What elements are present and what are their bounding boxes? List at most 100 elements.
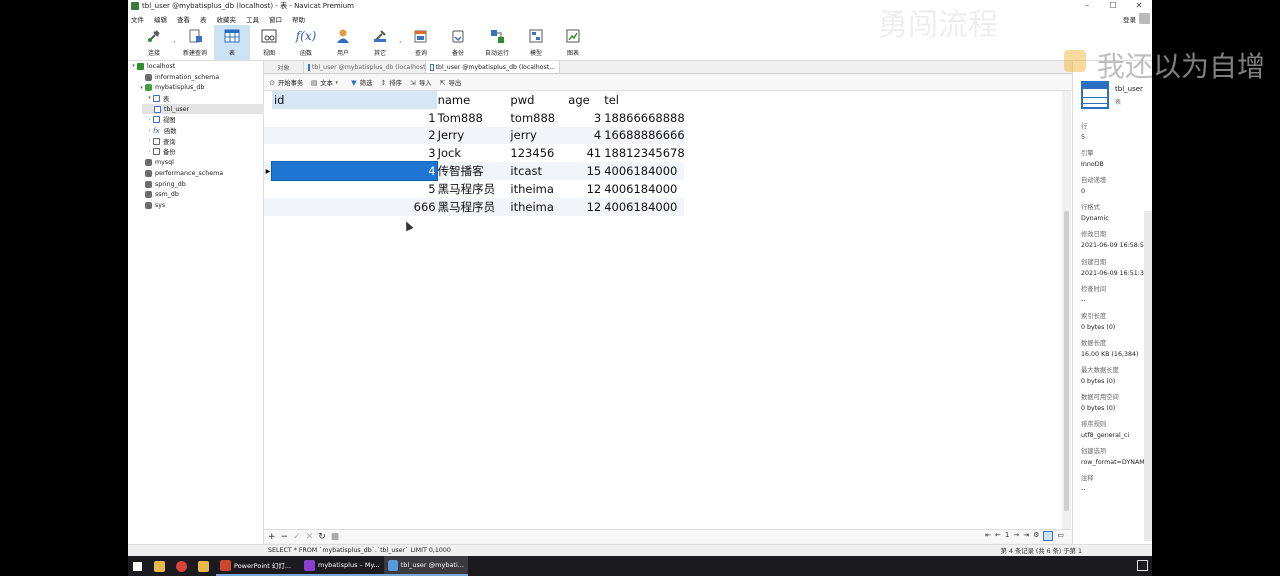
tab-tbl-user-1[interactable]: tbl_user @mybatisplus_db (localhost... [304,61,431,73]
cell-name[interactable]: 传智播客 [437,162,510,180]
cell-name[interactable]: Tom888 [437,109,510,127]
row-header[interactable] [264,127,272,145]
next-page-icon[interactable]: → [1013,531,1019,541]
import-button[interactable]: ⇲ 导入 [409,78,432,88]
cell-id[interactable]: 4 [270,161,438,181]
tree-node-localhost[interactable]: ▾ localhost [130,61,175,72]
function-button[interactable]: f(x) 函数 [288,25,324,60]
tree-node-tables[interactable]: ▾ 表 [146,93,169,104]
cell-age[interactable]: 3 [566,109,603,127]
row-header[interactable] [264,144,272,162]
taskbar-chrome[interactable] [172,556,194,576]
user-avatar-icon[interactable] [1139,13,1150,24]
grid-view-icon[interactable] [1043,531,1054,541]
filter-button[interactable]: ▼ 筛选 [350,78,372,88]
column-header-id[interactable]: id [271,91,437,109]
add-record-icon[interactable]: + [268,532,276,542]
tree-node-mybatisplus-db[interactable]: ▾ mybatisplus_db [138,82,204,93]
table-row[interactable]: 666 黑马程序员 itheima 12 4006184000 [264,197,684,216]
taskbar-explorer[interactable] [150,556,172,576]
collapse-arrow-icon[interactable]: ▾ [138,85,145,91]
tree-node-mysql[interactable]: mysql [138,157,174,168]
tree-node-queries[interactable]: › 查询 [146,136,176,147]
settings-gear-icon[interactable]: ⚙ [1033,531,1039,541]
cell-pwd[interactable]: 123456 [509,144,566,162]
cell-tel[interactable]: 4006184000 [603,162,684,180]
cell-age[interactable]: 15 [566,162,603,180]
expand-arrow-icon[interactable]: › [146,149,153,155]
notification-icon[interactable] [1137,560,1148,571]
expand-arrow-icon[interactable]: › [146,117,153,123]
column-header-pwd[interactable]: pwd [509,91,566,109]
close-button[interactable]: ✕ [1126,0,1152,12]
row-header[interactable] [264,109,272,127]
cell-id[interactable]: 1 [272,109,437,127]
taskbar-navicat[interactable]: tbl_user @mybati... [384,556,468,576]
grid-scrollbar[interactable] [1062,91,1071,529]
menu-help[interactable]: 帮助 [289,14,312,24]
column-header-age[interactable]: age [566,91,603,109]
tree-node-information-schema[interactable]: information_schema [138,72,219,83]
cell-name[interactable]: Jock [437,144,510,162]
cell-tel[interactable]: 4006184000 [603,198,684,216]
cell-name[interactable]: Jerry [437,127,510,145]
cell-tel[interactable]: 16688886666 [603,127,684,145]
cell-age[interactable]: 12 [566,198,603,216]
cell-age[interactable]: 41 [566,144,603,162]
cell-id[interactable]: 3 [272,144,437,162]
row-pointer-icon[interactable]: ▶ [264,162,272,180]
taskbar-powerpoint[interactable]: PowerPoint 幻灯... [216,556,300,576]
info-scrollbar[interactable] [1144,211,1152,541]
refresh-icon[interactable]: ↻ [318,532,326,542]
table-row[interactable]: ▶ 4 传智播客 itcast 15 4006184000 [264,161,684,181]
menu-table[interactable]: 表 [197,14,214,24]
cell-pwd[interactable]: jerry [509,127,566,145]
model-button[interactable]: 模型 [518,25,554,60]
new-query-button[interactable]: 新建查询 [177,25,213,60]
cell-tel[interactable]: 18866668888 [603,109,684,127]
cell-pwd[interactable]: itheima [509,180,566,198]
start-button[interactable] [128,556,150,576]
tab-tbl-user-2[interactable]: tbl_user @mybatisplus_db (localhost... [426,61,560,73]
tree-node-tbl-user[interactable]: tbl_user [142,103,264,115]
query-button[interactable]: 查询 [403,25,439,60]
apply-check-icon[interactable]: ✓ [293,532,301,542]
menu-favorites[interactable]: 收藏夹 [214,14,244,24]
chart-button[interactable]: 图表 [555,25,591,60]
discard-x-icon[interactable]: ✕ [306,532,314,542]
cell-pwd[interactable]: tom888 [509,109,566,127]
expand-arrow-icon[interactable]: › [146,128,153,134]
form-view-icon[interactable]: ▭ [1057,531,1064,541]
login-link[interactable]: 登录 [1123,14,1136,24]
tab-objects[interactable]: 对象 [264,61,304,73]
stop-icon[interactable]: ■ [331,532,340,542]
cell-id[interactable]: 2 [272,127,437,145]
column-header-name[interactable]: name [437,91,510,109]
scrollbar-thumb[interactable] [1064,211,1069,511]
cell-name[interactable]: 黑马程序员 [437,180,510,198]
tree-node-ssm-db[interactable]: ssm_db [138,189,179,200]
tree-node-sys[interactable]: sys [138,200,165,211]
table-button[interactable]: 表 [214,25,250,60]
cell-age[interactable]: 4 [566,127,603,145]
view-button[interactable]: 视图 [251,25,287,60]
row-header[interactable] [264,198,272,216]
table-row[interactable]: 3 Jock 123456 41 18812345678 [264,144,684,162]
user-button[interactable]: 用户 [325,25,361,60]
cell-tel[interactable]: 4006184000 [603,180,684,198]
last-page-icon[interactable]: ⇥ [1023,531,1029,541]
maximize-button[interactable]: ☐ [1100,0,1126,12]
tree-node-performance-schema[interactable]: performance_schema [138,168,223,179]
collapse-arrow-icon[interactable]: ▾ [146,95,153,101]
cell-id[interactable]: 666 [272,198,437,216]
other-button[interactable]: 其它 [362,25,398,60]
cell-age[interactable]: 12 [566,180,603,198]
menu-window[interactable]: 窗口 [266,14,289,24]
menu-file[interactable]: 文件 [128,14,151,24]
expand-arrow-icon[interactable]: › [146,138,153,144]
menu-tools[interactable]: 工具 [243,14,266,24]
taskbar-files[interactable] [194,556,216,576]
menu-edit[interactable]: 编辑 [151,14,174,24]
export-button[interactable]: ⇱ 导出 [439,78,462,88]
automation-button[interactable]: 自动运行 [477,25,517,60]
